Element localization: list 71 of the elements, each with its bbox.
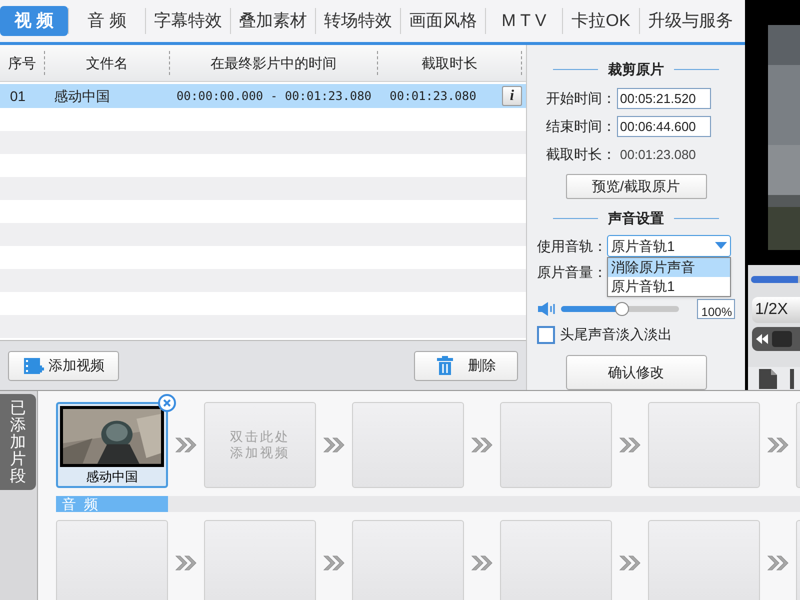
close-icon[interactable] [158,394,176,412]
field-label: 开始时间： [546,89,616,108]
empty-clip-slot[interactable] [648,402,760,488]
speed-button[interactable]: 1/2X [752,297,800,323]
playback-progress[interactable] [751,276,800,282]
empty-clip-slot[interactable] [500,402,612,488]
dropdown-option[interactable]: 原片音轨1 [608,277,730,296]
tab[interactable]: 画面风格 [401,6,485,36]
rewind-icon[interactable] [756,334,768,344]
fade-checkbox[interactable] [537,326,555,344]
end-time-field[interactable]: 00:06:44.600 [617,116,711,137]
delete-button[interactable]: 删除 [414,350,518,380]
empty-clip-slot[interactable] [204,520,316,600]
audio-track-label: 音 频 [56,496,168,512]
field-label: 截取时长： [546,145,616,164]
column-header[interactable]: 截取时长 [378,51,522,75]
side-tab[interactable]: 已添加片段 [0,394,36,490]
tab[interactable]: 转场特效 [316,6,400,36]
table-cell-text: 00:00:00.000 - 00:01:23.080 [175,88,373,105]
table-cell-text: 感动中国 [53,86,111,106]
field-label: 使用音轨： [537,236,607,256]
trash-icon [436,356,454,376]
tab[interactable]: 音 频 [69,6,145,36]
start-time-field[interactable]: 00:05:21.520 [617,88,711,109]
tab[interactable]: M T V [486,6,562,36]
section-title: 裁剪原片 [608,60,664,79]
dropdown-option[interactable]: 消除原片声音 [608,258,730,277]
table-cell-text: 00:01:23.080 [388,88,478,105]
film-add-icon [22,356,44,374]
add-video-hint: 双击此处添加视频 [229,429,291,461]
info-button[interactable]: i [502,86,522,106]
empty-clip-slot[interactable] [352,520,464,600]
new-file-icon[interactable] [758,368,778,390]
double-chevron-icon [471,437,493,453]
tab[interactable]: 升级与服务 [640,6,741,36]
double-chevron-icon [175,437,197,453]
double-chevron-icon [471,555,493,571]
field-label: 原片音量： [537,263,607,282]
add-video-button[interactable]: 添加视频 [8,350,119,380]
column-header[interactable]: 序号 [0,51,45,75]
dropdown-caret-icon [715,242,727,250]
double-chevron-icon [767,555,789,571]
clip-title: 感动中国 [85,468,139,486]
double-chevron-icon [175,555,197,571]
checkbox-label: 头尾声音淡入淡出 [560,325,672,344]
double-chevron-icon [323,555,345,571]
volume-reading: 100% [697,299,735,319]
section-title: 声音设置 [608,209,664,228]
table-cell-text: 01 [9,86,27,106]
preview-button[interactable]: 预览/截取原片 [566,174,706,199]
duration-value: 00:01:23.080 [620,146,696,164]
confirm-button[interactable]: 确认修改 [566,355,706,390]
empty-clip-slot[interactable] [352,402,464,488]
field-label: 结束时间： [546,117,616,136]
double-chevron-icon [767,437,789,453]
double-chevron-icon [619,437,641,453]
column-header[interactable]: 在最终影片中的时间 [170,51,378,75]
empty-clip-slot[interactable] [56,520,168,600]
column-header[interactable]: 文件名 [45,51,170,75]
double-chevron-icon [619,555,641,571]
empty-clip-slot[interactable] [648,520,760,600]
tab[interactable]: 字幕特效 [146,6,230,36]
audio-track-dropdown[interactable]: 原片音轨1 [607,235,731,257]
empty-clip-slot[interactable] [500,520,612,600]
double-chevron-icon [323,437,345,453]
tab[interactable]: 卡拉OK [563,6,639,36]
volume-slider[interactable] [561,302,679,316]
tab[interactable]: 叠加素材 [231,6,315,36]
table-row[interactable]: 01 感动中国 00:00:00.000 - 00:01:23.080 00:01:23.080 i [0,84,526,108]
video-clip[interactable]: 感动中国 [56,402,168,488]
speaker-icon [537,301,557,317]
